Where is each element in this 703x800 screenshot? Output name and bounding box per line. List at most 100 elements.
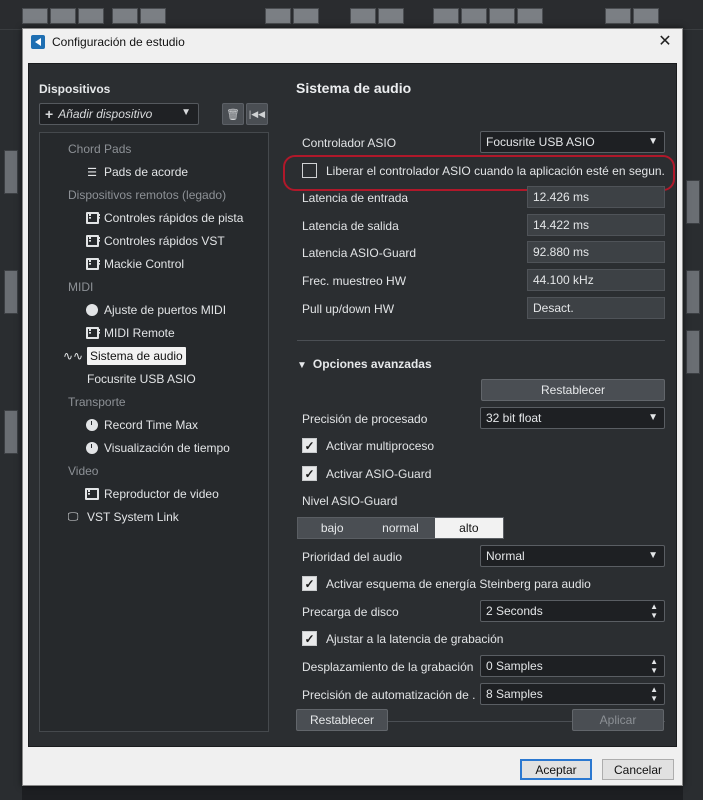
advanced-reset-button[interactable]: Restablecer xyxy=(481,379,665,401)
level-normal-option[interactable]: normal xyxy=(366,518,435,538)
tree-item-vst-quick-controls[interactable]: Controles rápidos VST xyxy=(85,231,225,251)
tree-item-label: Pads de acorde xyxy=(104,165,189,179)
monitor-icon: 🖵 xyxy=(67,510,79,523)
processing-precision-select[interactable]: 32 bit float ▼ xyxy=(480,407,665,429)
triangle-down-icon: ▼ xyxy=(297,360,307,371)
tree-item-label: Record Time Max xyxy=(104,418,199,432)
add-device-label: Añadir dispositivo xyxy=(58,107,153,121)
asio-driver-select[interactable]: Focusrite USB ASIO ▼ xyxy=(480,131,665,153)
release-asio-label: Liberar el controlador ASIO cuando la ap… xyxy=(326,163,665,178)
tree-item-chord-pads[interactable]: ☰ Pads de acorde xyxy=(85,162,188,182)
level-low-option[interactable]: bajo xyxy=(298,518,367,538)
input-latency-label: Latencia de entrada xyxy=(302,191,409,205)
tree-item-label: Mackie Control xyxy=(104,257,185,271)
record-offset-stepper[interactable]: 0 Samples ▲ ▼ xyxy=(480,655,665,677)
multiprocess-label: Activar multiproceso xyxy=(326,438,435,453)
asio-guard-level-selector: bajo normal alto xyxy=(297,517,504,539)
background-cell xyxy=(461,8,487,24)
waveform-icon: ∿∿ xyxy=(62,349,84,363)
tree-category: Chord Pads xyxy=(68,142,132,156)
checkmark-icon: ✓ xyxy=(302,631,317,646)
processing-precision-label: Precisión de procesado xyxy=(302,412,428,426)
automation-precision-label: Precisión de automatización de . xyxy=(302,688,476,702)
tree-item-audio-system[interactable]: ∿∿ Sistema de audio xyxy=(62,346,186,366)
add-device-dropdown[interactable]: + Añadir dispositivo ▼ xyxy=(39,103,199,125)
automation-precision-stepper[interactable]: 8 Samples ▲ ▼ xyxy=(480,683,665,705)
adjust-latency-label: Ajustar a la latencia de grabación xyxy=(326,631,504,646)
reset-device-button[interactable]: |◀◀ xyxy=(246,103,268,125)
output-latency-label: Latencia de salida xyxy=(302,219,399,233)
asio-guard-checkbox[interactable]: ✓ Activar ASIO-Guard xyxy=(302,466,431,481)
asio-guard-latency-value: 92.880 ms xyxy=(527,241,665,263)
background-block xyxy=(4,410,18,454)
asio-guard-label: Activar ASIO-Guard xyxy=(326,466,432,481)
advanced-options-toggle[interactable]: ▼ Opciones avanzadas xyxy=(297,357,432,371)
disk-preload-stepper[interactable]: 2 Seconds ▲ ▼ xyxy=(480,600,665,622)
audio-priority-label: Prioridad del audio xyxy=(302,550,403,564)
tree-item-midi-remote[interactable]: MIDI Remote xyxy=(85,323,175,343)
cancel-button[interactable]: Cancelar xyxy=(602,759,674,780)
asio-driver-value: Focusrite USB ASIO xyxy=(486,135,595,149)
tree-item-label: Sistema de audio xyxy=(87,347,186,365)
tree-item-label: Controles rápidos de pista xyxy=(104,211,244,225)
spinner-icon: ▲ ▼ xyxy=(650,602,658,620)
accept-button[interactable]: Aceptar xyxy=(520,759,592,780)
tree-item-label: MIDI Remote xyxy=(104,326,175,340)
trash-icon: 🗑 xyxy=(226,108,240,121)
tree-item-label: Reproductor de video xyxy=(104,487,219,501)
close-icon[interactable]: ✕ xyxy=(654,32,676,52)
tree-item-focusrite-usb-asio[interactable]: Focusrite USB ASIO xyxy=(87,369,196,389)
tree-item-video-player[interactable]: Reproductor de video xyxy=(85,484,219,504)
asio-guard-latency-label: Latencia ASIO-Guard xyxy=(302,246,417,260)
tree-category: MIDI xyxy=(68,280,94,294)
advanced-options-label: Opciones avanzadas xyxy=(312,357,432,371)
midi-port-icon xyxy=(85,303,99,317)
tree-item-midi-port-setup[interactable]: Ajuste de puertos MIDI xyxy=(85,300,226,320)
reset-button[interactable]: Restablecer xyxy=(296,709,388,731)
tree-item-record-time-max[interactable]: Record Time Max xyxy=(85,415,198,435)
adjust-latency-checkbox[interactable]: ✓ Ajustar a la latencia de grabación xyxy=(302,631,503,646)
controller-icon xyxy=(85,257,100,271)
tree-item-mackie-control[interactable]: Mackie Control xyxy=(85,254,184,274)
title-bar: Configuración de estudio ✕ xyxy=(23,29,682,55)
power-scheme-checkbox[interactable]: ✓ Activar esquema de energía Steinberg p… xyxy=(302,576,591,591)
multiprocess-checkbox[interactable]: ✓ Activar multiproceso xyxy=(302,438,434,453)
clock-icon xyxy=(85,441,99,455)
asio-guard-level-label: Nivel ASIO-Guard xyxy=(302,494,398,508)
pull-up-down-value: Desact. xyxy=(527,297,665,319)
background-cell xyxy=(350,8,376,24)
delete-device-button[interactable]: 🗑 xyxy=(222,103,244,125)
background-cell xyxy=(517,8,543,24)
spinner-icon: ▲ ▼ xyxy=(650,685,658,703)
audio-priority-select[interactable]: Normal ▼ xyxy=(480,545,665,567)
power-scheme-label: Activar esquema de energía Steinberg par… xyxy=(326,576,591,591)
hw-sample-rate-value: 44.100 kHz xyxy=(527,269,665,291)
level-high-option[interactable]: alto xyxy=(434,518,503,538)
chevron-down-icon: ▼ xyxy=(648,136,658,147)
background-block xyxy=(4,270,18,314)
background-block xyxy=(686,180,700,224)
asio-driver-label: Controlador ASIO xyxy=(302,136,397,150)
tree-item-time-display[interactable]: Visualización de tiempo xyxy=(85,438,230,458)
studio-setup-dialog: Configuración de estudio ✕ Dispositivos … xyxy=(22,28,683,786)
tree-item-label: Ajuste de puertos MIDI xyxy=(104,303,227,317)
chevron-down-icon: ▼ xyxy=(648,550,658,561)
tree-item-label: Visualización de tiempo xyxy=(104,441,230,455)
settings-panel: Dispositivos + Añadir dispositivo ▼ 🗑 |◀… xyxy=(28,63,677,747)
background-cell xyxy=(433,8,459,24)
tree-category: Video xyxy=(68,464,99,478)
controller-icon xyxy=(85,326,100,340)
background-cell xyxy=(265,8,291,24)
rewind-icon: |◀◀ xyxy=(248,108,266,119)
clock-icon xyxy=(85,418,99,432)
tree-item-vst-system-link[interactable]: 🖵 VST System Link xyxy=(64,507,179,527)
background-cell xyxy=(112,8,138,24)
tree-category: Dispositivos remotos (legado) xyxy=(68,188,227,202)
release-asio-checkbox[interactable]: Liberar el controlador ASIO cuando la ap… xyxy=(302,163,665,178)
background-cell xyxy=(293,8,319,24)
record-offset-label: Desplazamiento de la grabación xyxy=(302,660,474,674)
controller-icon xyxy=(85,234,100,248)
tree-item-track-quick-controls[interactable]: Controles rápidos de pista xyxy=(85,208,243,228)
apply-button[interactable]: Aplicar xyxy=(572,709,664,731)
tree-item-label: Focusrite USB ASIO xyxy=(87,372,196,386)
